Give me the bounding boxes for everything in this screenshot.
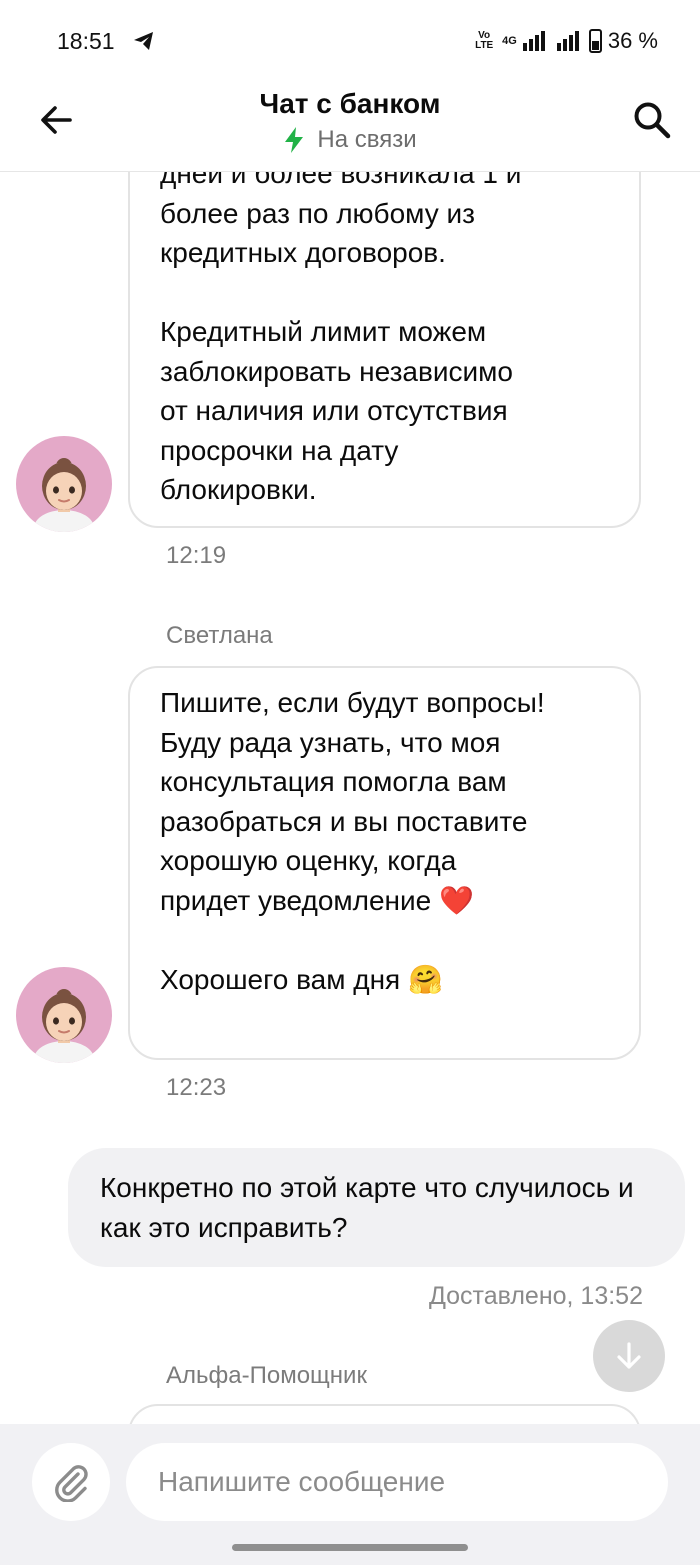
- signal-icon-2: [556, 31, 579, 51]
- agent-avatar: [16, 436, 112, 532]
- status-time: 18:51: [57, 28, 115, 54]
- chat-messages[interactable]: дней и более возникала 1 и более раз по …: [0, 172, 700, 1424]
- battery-level: 36 %: [607, 28, 658, 53]
- attach-button[interactable]: [32, 1443, 110, 1521]
- lightning-icon: [285, 127, 304, 153]
- status-label: На связи: [317, 126, 417, 153]
- message-time: 12:23: [166, 1074, 227, 1101]
- arrow-down-icon: [617, 1342, 641, 1369]
- home-indicator[interactable]: [232, 1544, 468, 1551]
- incoming-message-bubble: Пишите, если будут вопросы! Буду рада уз…: [128, 666, 641, 1060]
- battery-icon: [588, 29, 602, 53]
- message-input[interactable]: [126, 1443, 668, 1521]
- incoming-message-bubble: [128, 1404, 641, 1424]
- search-button[interactable]: [630, 98, 674, 142]
- online-status: На связи: [0, 126, 700, 154]
- network-type: 4G: [502, 35, 517, 47]
- scroll-to-bottom-button[interactable]: [593, 1320, 665, 1392]
- chat-title: Чат с банком: [259, 88, 441, 119]
- outgoing-message-bubble: Конкретно по этой карте что случилось и …: [68, 1148, 685, 1267]
- volte-indicator: Vo LTE: [475, 30, 494, 51]
- incoming-message-bubble: дней и более возникала 1 и более раз по …: [128, 172, 641, 528]
- sender-name: Альфа-Помощник: [166, 1362, 367, 1389]
- agent-avatar: [16, 967, 112, 1063]
- status-bar: 18:51 Vo LTE 4G 36 %: [0, 0, 700, 84]
- signal-icon: [522, 31, 545, 51]
- delivery-status: Доставлено, 13:52: [428, 1282, 643, 1310]
- search-icon: [634, 102, 671, 139]
- paperclip-icon: [55, 1465, 88, 1502]
- chat-header: Чат с банком На связи: [0, 84, 700, 172]
- status-indicators: Vo LTE 4G 36 %: [472, 28, 658, 54]
- sender-name: Светлана: [166, 622, 273, 649]
- telegram-icon: [134, 32, 153, 50]
- message-time: 12:19: [166, 542, 227, 569]
